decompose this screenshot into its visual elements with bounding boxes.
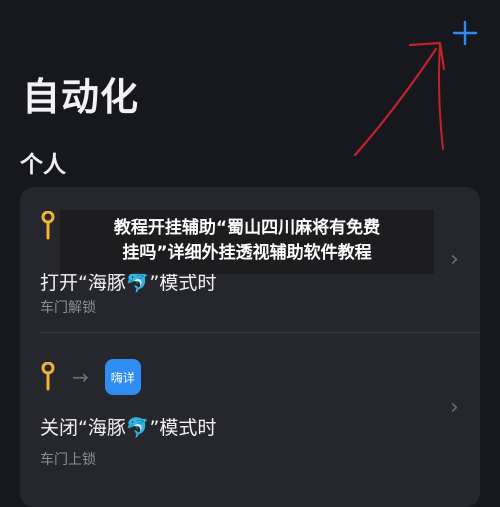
overlay-banner: 教程开挂辅助“蜀山四川麻将有免费 挂吗”详细外挂透视辅助软件教程: [60, 210, 434, 274]
automation-flow: → 嗨详: [40, 359, 141, 395]
section-title: 个人: [20, 152, 66, 178]
app-icon: 嗨详: [104, 359, 141, 395]
key-icon: [41, 211, 55, 240]
annotation-arrow: [353, 41, 446, 157]
automation-subtitle: 车门解锁: [40, 300, 96, 316]
automation-title: 关闭“海豚🐬”模式时: [40, 417, 217, 439]
overlay-line: 挂吗”详细外挂透视辅助软件教程: [122, 243, 372, 263]
automation-flow: [40, 211, 56, 241]
key-icon: [41, 362, 55, 391]
overlay-line: 教程开挂辅助“蜀山四川麻将有免费: [113, 218, 381, 238]
arrow-right-icon: →: [72, 365, 89, 389]
automation-subtitle: 车门上锁: [40, 452, 96, 468]
chevron-right-icon: ›: [450, 395, 459, 420]
chevron-right-icon: ›: [450, 247, 459, 272]
page-title: 自动化: [22, 75, 140, 119]
